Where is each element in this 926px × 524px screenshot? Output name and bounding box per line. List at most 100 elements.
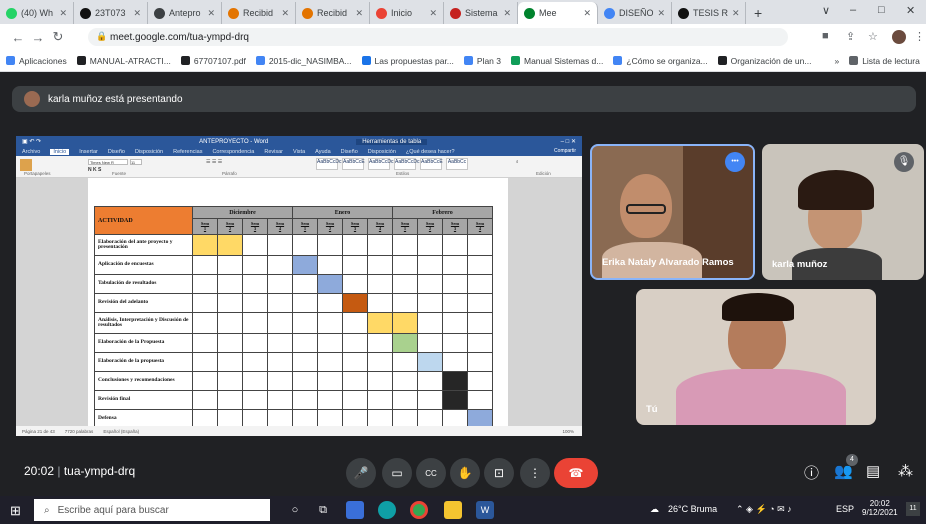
activities-icon[interactable]: ⁂: [898, 462, 913, 480]
empty-cell: [342, 312, 368, 334]
minimize-button[interactable]: –: [850, 4, 856, 16]
forward-arrow-icon[interactable]: →: [28, 30, 48, 45]
close-tab-icon[interactable]: ✕: [355, 8, 363, 19]
empty-cell: [267, 234, 293, 256]
browser-tab[interactable]: Recibid ✕: [222, 2, 296, 24]
week-header: Sem 2: [417, 218, 443, 235]
edge-icon[interactable]: [378, 501, 396, 519]
new-tab-button[interactable]: +: [746, 2, 770, 24]
bookmark-item[interactable]: 2015-dic_NASIMBA...: [255, 56, 352, 66]
empty-cell: [242, 352, 268, 372]
empty-cell: [292, 390, 318, 410]
bookmark-item[interactable]: Manual Sistemas d...: [511, 56, 603, 66]
menu-kebab-icon[interactable]: ⋮: [914, 30, 925, 43]
captions-button[interactable]: CC: [416, 458, 446, 488]
clock[interactable]: 20:02 9/12/2021: [862, 499, 898, 517]
browser-tab[interactable]: Inicio ✕: [370, 2, 444, 24]
empty-cell: [367, 333, 393, 353]
close-tab-icon[interactable]: ✕: [59, 8, 67, 19]
bookmark-star-icon[interactable]: ☆: [868, 30, 878, 43]
bookmark-icon: [821, 56, 831, 65]
word-taskbar-icon[interactable]: W: [476, 501, 494, 519]
close-tab-icon[interactable]: ✕: [732, 8, 740, 19]
empty-cell: [467, 293, 493, 313]
empty-cell: [292, 333, 318, 353]
share-icon[interactable]: ⇪: [846, 30, 855, 43]
taskbar-search[interactable]: ⌕ Escribe aquí para buscar: [34, 499, 270, 521]
empty-cell: [342, 352, 368, 372]
empty-cell: [242, 293, 268, 313]
close-tab-icon[interactable]: ✕: [503, 8, 511, 19]
windows-start-icon[interactable]: ⊞: [10, 503, 21, 519]
back-arrow-icon[interactable]: ←: [8, 30, 28, 45]
browser-tab[interactable]: Antepro ✕: [148, 2, 222, 24]
notification-center-icon[interactable]: 11: [906, 502, 920, 516]
close-tab-icon[interactable]: ✕: [207, 8, 215, 19]
browser-tab[interactable]: 23T073 ✕: [74, 2, 148, 24]
style-gallery-item: AaBbCcDc: [316, 158, 341, 170]
bookmark-item[interactable]: »: [821, 56, 839, 66]
empty-cell: [392, 371, 418, 391]
weather-text[interactable]: 26°C Bruma: [668, 504, 717, 514]
task-view-icon[interactable]: ⧉: [314, 501, 332, 519]
browser-tab[interactable]: Recibid ✕: [296, 2, 370, 24]
close-tab-icon[interactable]: ✕: [583, 8, 591, 19]
chrome-icon[interactable]: [410, 501, 428, 519]
app-icon[interactable]: [346, 501, 364, 519]
bookmark-icon: [6, 56, 15, 65]
participant-tile-self[interactable]: Tú: [636, 289, 876, 425]
tab-search-icon[interactable]: ∨: [822, 4, 830, 17]
empty-cell: [242, 371, 268, 391]
present-button[interactable]: ⊡: [484, 458, 514, 488]
bookmark-item[interactable]: Las propuestas par...: [361, 56, 454, 66]
maximize-button[interactable]: □: [878, 4, 885, 16]
meeting-info-icon[interactable]: ⓘ: [804, 462, 819, 483]
profile-avatar[interactable]: [892, 30, 906, 44]
raise-hand-button[interactable]: ✋: [450, 458, 480, 488]
search-placeholder: Escribe aquí para buscar: [57, 504, 169, 516]
close-tab-icon[interactable]: ✕: [133, 8, 141, 19]
reload-icon[interactable]: ↻: [48, 29, 68, 45]
close-tab-icon[interactable]: ✕: [429, 8, 437, 19]
close-window-button[interactable]: ✕: [906, 4, 915, 17]
close-tab-icon[interactable]: ✕: [281, 8, 289, 19]
bookmark-item[interactable]: Organización de un...: [717, 56, 811, 66]
camera-in-use-icon[interactable]: ■: [822, 30, 829, 42]
close-tab-icon[interactable]: ✕: [658, 8, 666, 19]
file-explorer-icon[interactable]: [444, 501, 462, 519]
browser-tab[interactable]: DISEÑO ✕: [598, 2, 672, 24]
week-header: Sem 1: [192, 218, 218, 235]
leave-call-button[interactable]: ☎: [554, 458, 598, 488]
empty-cell: [417, 333, 443, 353]
bookmark-item[interactable]: 67707107.pdf: [180, 56, 246, 66]
participant-tile-erika[interactable]: ••• Erika Nataly Alvarado Ramos: [590, 144, 755, 280]
participant-tile-karla[interactable]: 🎙 karla muñoz: [762, 144, 924, 280]
chat-icon[interactable]: ▤: [866, 462, 880, 480]
empty-cell: [192, 312, 218, 334]
system-tray-icons[interactable]: ⌃ ◈ ⚡ ◔ ✉ ♪: [736, 504, 792, 515]
browser-tab[interactable]: Mee ✕: [518, 2, 598, 24]
browser-tab[interactable]: TESIS R ✕: [672, 2, 746, 24]
table-row: Revisión del adelanto: [94, 293, 493, 313]
empty-cell: [342, 255, 368, 275]
shared-screen: ▣ ↶ ↷ ANTEPROYECTO - Word Herramientas d…: [16, 136, 582, 436]
word-tab: Insertar: [79, 148, 98, 155]
more-options-button[interactable]: ⋮: [520, 458, 550, 488]
microphone-button[interactable]: 🎤: [346, 458, 376, 488]
bookmark-icon: [76, 56, 86, 65]
bookmark-item[interactable]: Lista de lectura: [849, 56, 920, 66]
browser-tab[interactable]: Sistema ✕: [444, 2, 518, 24]
camera-button[interactable]: ▭: [382, 458, 412, 488]
bookmark-item[interactable]: Plan 3: [463, 56, 501, 66]
empty-cell: [442, 312, 468, 334]
url-field[interactable]: 🔒 meet.google.com/tua-ympd-drq: [88, 28, 788, 46]
cortana-icon[interactable]: ○: [286, 501, 304, 519]
language-indicator[interactable]: ESP: [836, 504, 854, 514]
browser-tab[interactable]: (40) Wh ✕: [0, 2, 74, 24]
bookmark-item[interactable]: MANUAL-ATRACTI...: [76, 56, 171, 66]
scheduled-cell: [442, 390, 468, 410]
bookmark-item[interactable]: ¿Cómo se organiza...: [613, 56, 708, 66]
more-options-icon[interactable]: •••: [725, 152, 745, 172]
bookmark-item[interactable]: Aplicaciones: [6, 56, 67, 66]
table-tools-label: Herramientas de tabla: [356, 138, 428, 145]
